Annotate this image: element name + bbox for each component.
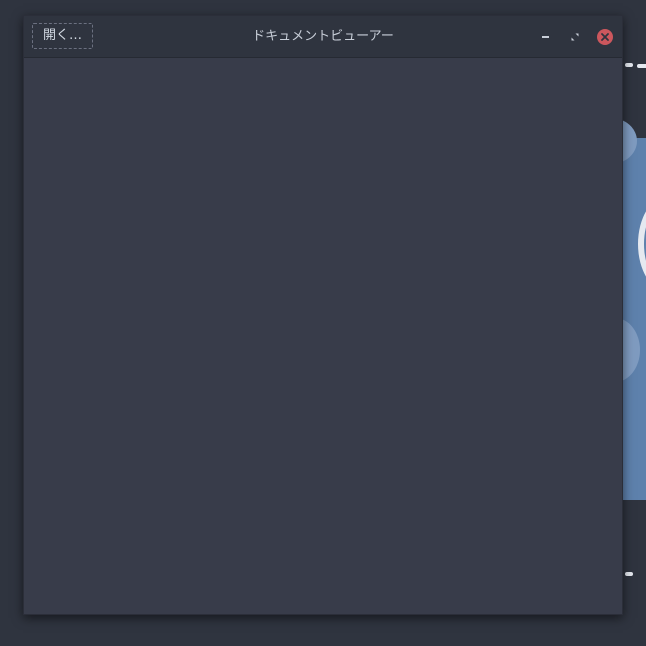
maximize-icon [571, 33, 579, 41]
maximize-button[interactable] [567, 29, 583, 45]
window-title: ドキュメントビューアー [252, 29, 394, 44]
wallpaper-dash [637, 64, 646, 68]
minimize-icon [541, 36, 549, 38]
desktop-background: 開く… ドキュメントビューアー [0, 0, 646, 646]
close-icon [601, 33, 609, 41]
titlebar[interactable]: 開く… ドキュメントビューアー [24, 16, 622, 58]
wallpaper-dash [625, 63, 633, 67]
document-content-area[interactable] [24, 58, 622, 614]
document-viewer-window: 開く… ドキュメントビューアー [23, 15, 623, 615]
minimize-button[interactable] [537, 29, 553, 45]
open-button[interactable]: 開く… [32, 23, 94, 49]
wallpaper-dash [625, 572, 633, 576]
close-button[interactable] [597, 29, 613, 45]
